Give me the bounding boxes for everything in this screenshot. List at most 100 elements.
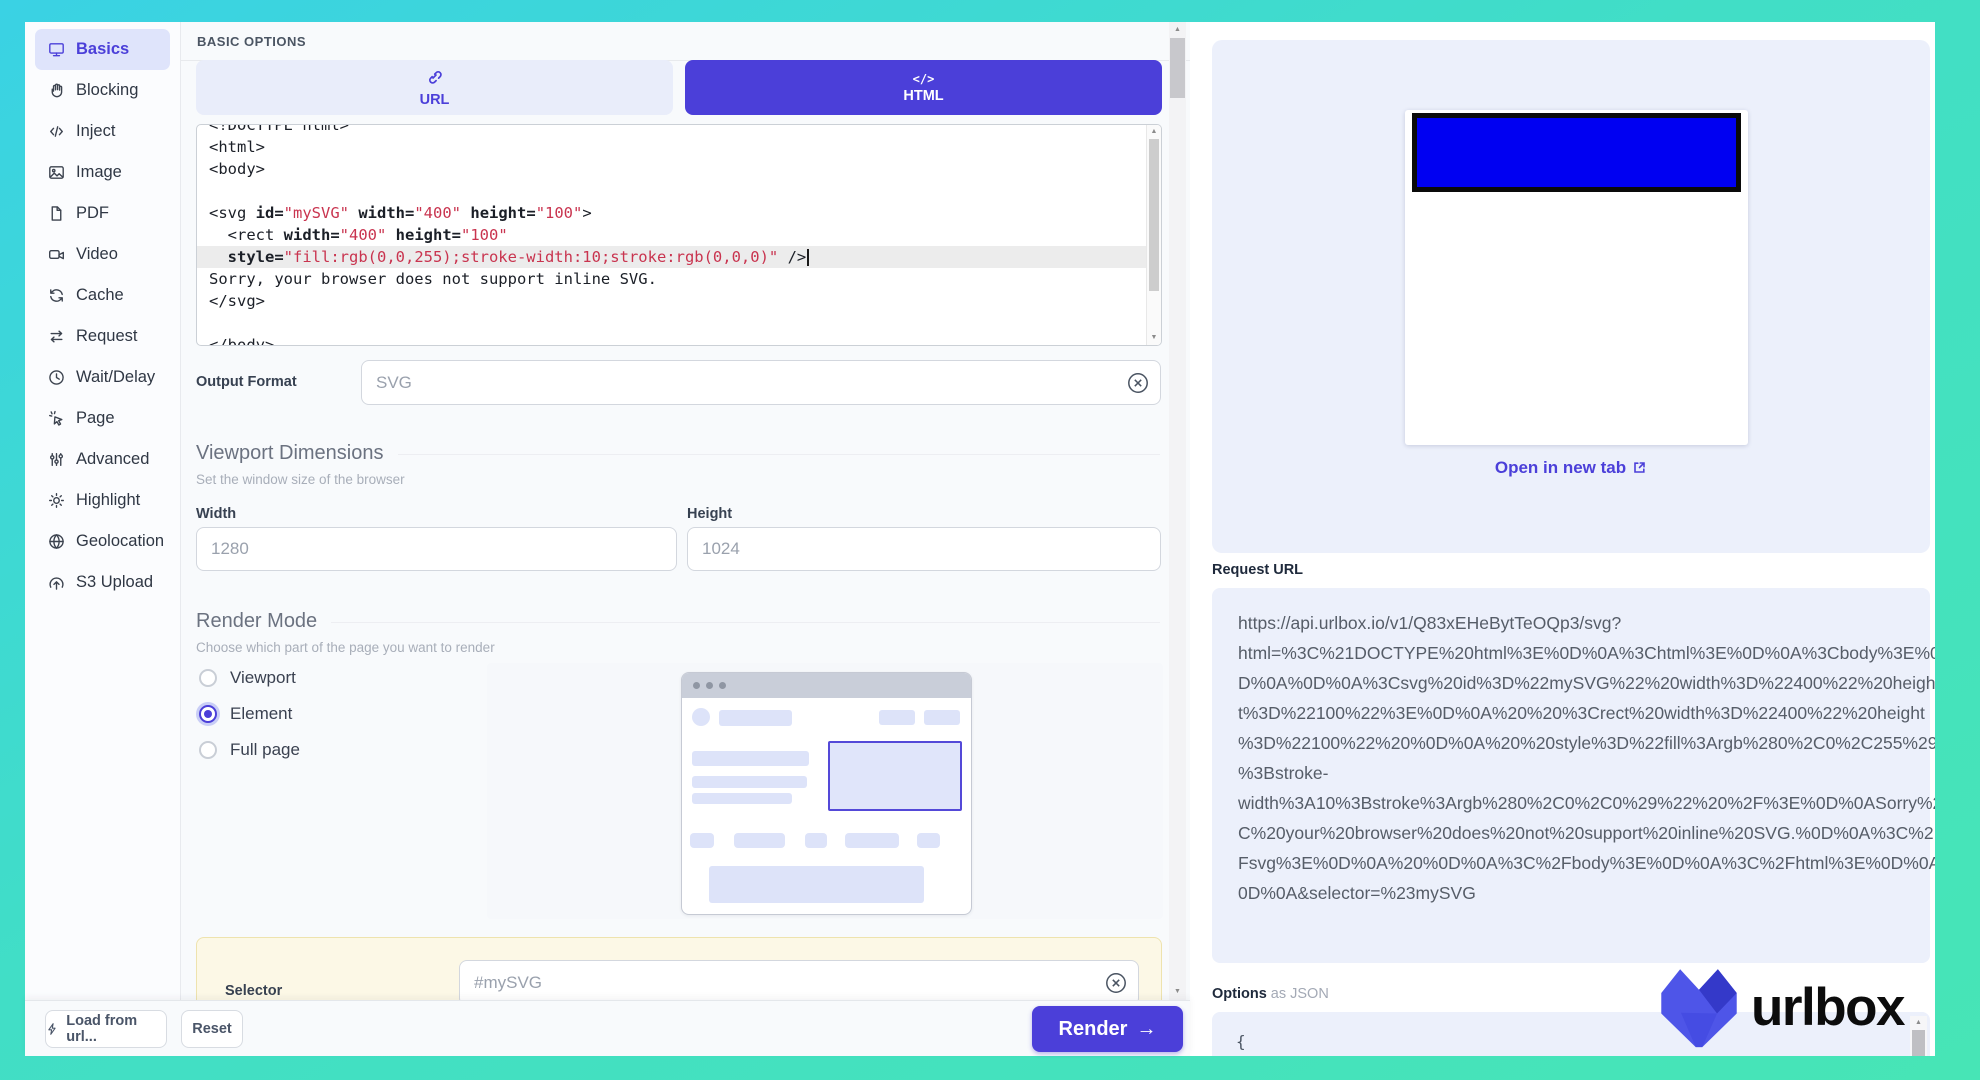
reset-button[interactable]: Reset [181,1010,243,1048]
mockup-block [692,776,807,788]
source-tabs: URL </> HTML [196,60,1162,115]
radio-element[interactable]: Element [199,704,292,724]
sidebar-item-image[interactable]: Image [35,152,170,193]
footer-bar: Load from url... Reset Render → [25,1000,1190,1056]
monitor-icon [48,41,65,58]
width-field[interactable]: 1280 [196,527,677,571]
app-window: Basics Blocking Inject Image PDF Video C… [25,22,1935,1056]
mockup-block [917,833,940,848]
panel-header: BASIC OPTIONS [181,22,1190,61]
scroll-up-icon[interactable]: ▲ [1147,126,1161,138]
request-url-box[interactable]: https://api.urlbox.io/v1/Q83xEHeBytTeOQp… [1212,588,1930,963]
mockup-titlebar [682,673,971,698]
request-url-line: %3D%22100%22%20%0D%0A%20%20style%3D%22fi… [1238,728,1904,758]
scroll-up-icon[interactable]: ▲ [1910,1017,1927,1029]
render-mode-heading: Render Mode [196,610,1160,633]
radio-selected-icon[interactable] [199,705,217,723]
divider [398,454,1161,455]
request-url-line: Fsvg%3E%0D%0A%20%0D%0A%3C%2Fbody%3E%0D%0… [1238,848,1904,878]
scrollbar-thumb[interactable] [1149,139,1159,291]
scroll-down-icon[interactable]: ▼ [1147,332,1161,344]
main-scrollbar[interactable]: ▲ ▼ [1169,22,1186,1000]
mockup-block [734,833,785,848]
mockup-avatar [692,708,710,726]
sidebar-item-inject[interactable]: Inject [35,111,170,152]
request-url-line: 0D%0A&selector=%23mySVG [1238,878,1904,908]
sidebar-item-s3-upload[interactable]: S3 Upload [35,562,170,603]
radio-viewport[interactable]: Viewport [199,668,296,688]
options-scrollbar[interactable]: ▲ [1910,1016,1927,1056]
scroll-down-icon[interactable]: ▼ [1169,986,1186,998]
open-in-new-tab-link[interactable]: Open in new tab [1212,458,1930,478]
sidebar-item-video[interactable]: Video [35,234,170,275]
code-line: <!DOCTYPE html> [209,124,1161,136]
sidebar-item-pdf[interactable]: PDF [35,193,170,234]
sidebar-item-label: S3 Upload [76,573,153,592]
divider [331,622,1160,623]
mockup-block [924,710,960,725]
scroll-up-icon[interactable]: ▲ [1169,24,1186,36]
link-icon [426,68,443,90]
code-line: </body> [209,334,1161,346]
code-icon: </> [913,72,935,86]
sidebar-item-advanced[interactable]: Advanced [35,439,170,480]
browser-mockup [681,672,972,915]
external-link-icon [1632,460,1647,475]
sidebar-item-blocking[interactable]: Blocking [35,70,170,111]
clock-icon [48,369,65,386]
tab-html[interactable]: </> HTML [685,60,1162,115]
panel-title: BASIC OPTIONS [197,34,306,49]
refresh-icon [48,287,65,304]
sidebar-item-label: Video [76,245,118,264]
request-url-line: html=%3C%21DOCTYPE%20html%3E%0D%0A%3Chtm… [1238,638,1904,668]
video-camera-icon [48,246,65,263]
request-url-line: C%20your%20browser%20does%20not%20suppor… [1238,818,1904,848]
height-label: Height [687,506,732,522]
code-line [209,312,1161,334]
arrow-right-icon: → [1136,1018,1156,1041]
radio-icon[interactable] [199,741,217,759]
sidebar-item-label: PDF [76,204,109,223]
editor-scrollbar[interactable]: ▲ ▼ [1146,125,1161,345]
lightning-icon [46,1022,59,1036]
scrollbar-thumb[interactable] [1912,1030,1925,1056]
request-url-line: %3Bstroke- [1238,758,1904,788]
output-format-input[interactable]: SVG [361,360,1161,405]
viewport-dimensions-sub: Set the window size of the browser [196,472,405,487]
sidebar-item-label: Inject [76,122,115,141]
radio-icon[interactable] [199,669,217,687]
globe-icon [48,533,65,550]
sidebar-item-label: Highlight [76,491,140,510]
render-button[interactable]: Render → [1032,1006,1183,1052]
sidebar-item-request[interactable]: Request [35,316,170,357]
mockup-block [692,793,792,804]
request-url-line: t%3D%22100%22%3E%0D%0A%20%20%3Crect%20wi… [1238,698,1904,728]
sidebar-item-wait-delay[interactable]: Wait/Delay [35,357,170,398]
mockup-block [692,751,809,766]
mockup-block [805,833,827,848]
mockup-footer-block [709,866,924,903]
sidebar-item-cache[interactable]: Cache [35,275,170,316]
scrollbar-thumb[interactable] [1170,38,1185,98]
height-field[interactable]: 1024 [687,527,1161,571]
radio-full-page[interactable]: Full page [199,740,300,760]
rendered-svg-rect [1412,113,1741,192]
request-url-label: Request URL [1212,562,1303,578]
code-line: <html> [209,136,1161,158]
sidebar-item-page[interactable]: Page [35,398,170,439]
sidebar-item-label: Basics [76,40,129,59]
code-line: </svg> [209,290,1161,312]
tab-url[interactable]: URL [196,60,673,115]
upload-icon [48,574,65,591]
html-code-editor[interactable]: <!DOCTYPE html> <html> <body> <svg id="m… [196,124,1162,346]
sidebar-item-basics[interactable]: Basics [35,29,170,70]
clear-icon[interactable] [1127,372,1149,394]
output-format-value: SVG [376,373,412,393]
clear-icon[interactable] [1105,972,1127,994]
sidebar-item-geolocation[interactable]: Geolocation [35,521,170,562]
hand-icon [48,82,65,99]
load-from-url-button[interactable]: Load from url... [45,1010,167,1048]
sidebar-item-highlight[interactable]: Highlight [35,480,170,521]
render-mode-sub: Choose which part of the page you want t… [196,640,495,655]
selector-label: Selector [225,983,282,999]
